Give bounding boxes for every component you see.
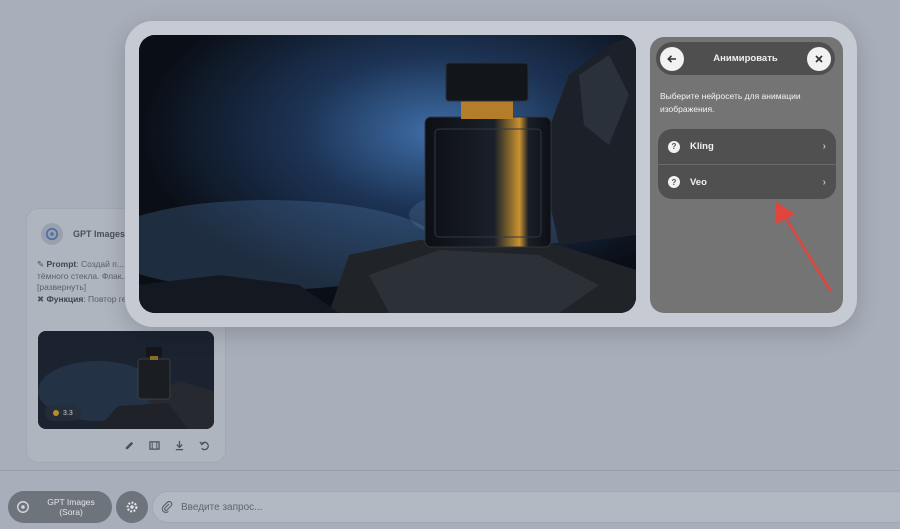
animate-modal: Анимировать Выберите нейросеть для анима… xyxy=(125,21,857,327)
prompt-input-bar xyxy=(152,491,900,523)
paperclip-icon[interactable] xyxy=(161,501,173,513)
arrow-left-icon xyxy=(667,54,676,63)
panel-title: Анимировать xyxy=(713,53,778,64)
coin-icon xyxy=(53,410,59,416)
download-icon[interactable] xyxy=(173,439,186,452)
prompt-label: Prompt xyxy=(46,259,77,269)
card-actions xyxy=(123,439,211,452)
animate-panel: Анимировать Выберите нейросеть для анима… xyxy=(650,37,843,313)
perfume-image xyxy=(139,35,636,313)
option-label: Veo xyxy=(690,176,707,188)
option-veo[interactable]: ? Veo › xyxy=(658,164,836,199)
model-selector-button[interactable]: GPT Images (Sora) xyxy=(8,491,112,523)
cost-badge: 3.3 xyxy=(45,405,81,421)
option-kling[interactable]: ? Kling › xyxy=(658,129,836,164)
expand-link[interactable]: [развернуть] xyxy=(37,282,86,292)
openai-logo-icon xyxy=(41,223,63,245)
question-icon[interactable]: ? xyxy=(668,176,680,188)
settings-button[interactable] xyxy=(116,491,148,523)
back-button[interactable] xyxy=(660,46,684,71)
close-button[interactable] xyxy=(807,46,831,71)
panel-header: Анимировать xyxy=(656,42,835,75)
divider xyxy=(0,470,900,471)
gear-icon xyxy=(126,501,138,513)
prompt-input[interactable] xyxy=(181,501,781,513)
close-icon xyxy=(815,54,823,63)
image-preview xyxy=(139,35,636,313)
card-header: GPT Images (S xyxy=(41,223,137,245)
function-label: Функция xyxy=(46,293,84,304)
panel-description: Выберите нейросеть для анимации изображе… xyxy=(660,91,801,114)
edit-icon[interactable] xyxy=(123,439,136,452)
card-thumbnail[interactable]: 3.3 xyxy=(38,331,214,429)
model-label: GPT Images (Sora) xyxy=(47,497,95,517)
model-options-list: ? Kling › ? Veo › xyxy=(658,129,836,199)
undo-icon[interactable] xyxy=(198,439,211,452)
chevron-right-icon: › xyxy=(822,176,826,188)
cost-value: 3.3 xyxy=(63,409,73,417)
chevron-right-icon: › xyxy=(822,141,826,152)
tools-icon: ✖ xyxy=(37,293,45,304)
option-label: Kling xyxy=(690,141,714,152)
film-icon[interactable] xyxy=(148,439,161,452)
pencil-icon: ✎ xyxy=(37,259,45,269)
question-icon[interactable]: ? xyxy=(668,140,680,153)
openai-logo-icon xyxy=(17,501,29,513)
